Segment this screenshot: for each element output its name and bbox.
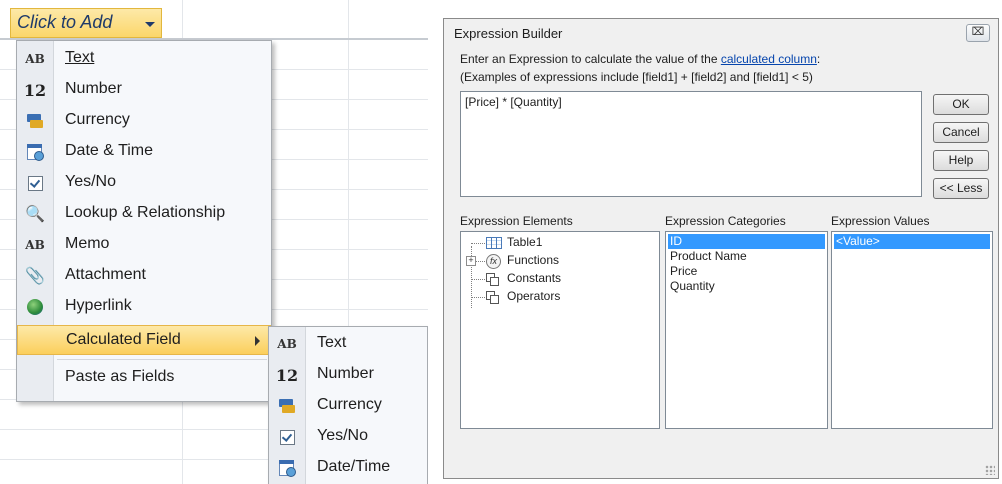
help-button[interactable]: Help bbox=[933, 150, 989, 171]
function-fx-icon: fx bbox=[486, 254, 501, 269]
list-item[interactable]: <Value> bbox=[834, 234, 990, 249]
expression-builder-dialog: Expression Builder ⌧ Enter an Expression… bbox=[443, 18, 999, 479]
menu-separator bbox=[57, 359, 267, 360]
cancel-button[interactable]: Cancel bbox=[933, 122, 989, 143]
expression-values-list[interactable]: <Value> bbox=[831, 231, 993, 429]
dropdown-arrow-icon[interactable] bbox=[145, 22, 155, 27]
list-item[interactable]: Quantity bbox=[668, 279, 825, 294]
number-12-icon: 12 bbox=[23, 80, 47, 100]
tree-line bbox=[471, 243, 485, 244]
table-icon bbox=[486, 237, 502, 249]
menu-item-label: Date/Time bbox=[317, 458, 391, 475]
menu-item-number[interactable]: 12 Number bbox=[17, 75, 271, 105]
menu-item-currency[interactable]: Currency bbox=[17, 106, 271, 136]
less-button[interactable]: << Less bbox=[933, 178, 989, 199]
menu-item-paste-as-fields[interactable]: Paste as Fields bbox=[17, 363, 271, 393]
menu-item-attachment[interactable]: 📎 Attachment bbox=[17, 261, 271, 291]
operators-icon bbox=[486, 291, 499, 304]
menu-item-label: Number bbox=[65, 80, 122, 97]
categories-header: Expression Categories bbox=[665, 214, 786, 228]
ab-text-icon: AB bbox=[277, 337, 297, 351]
tree-line bbox=[471, 279, 485, 280]
calendar-clock-icon bbox=[17, 137, 53, 167]
submenu-item-text[interactable]: AB Text bbox=[269, 329, 427, 359]
currency-icon bbox=[17, 106, 53, 136]
tree-line bbox=[475, 261, 485, 262]
calculated-column-link[interactable]: calculated column bbox=[721, 52, 817, 66]
list-item[interactable]: Price bbox=[668, 264, 825, 279]
expression-elements-tree[interactable]: Table1 + fx Functions Constants Operator… bbox=[460, 231, 660, 429]
menu-item-label: Hyperlink bbox=[65, 297, 132, 314]
menu-item-label: Memo bbox=[65, 235, 110, 252]
tree-item-operators[interactable]: Operators bbox=[507, 289, 560, 303]
number-12-icon: 12 bbox=[275, 365, 299, 385]
menu-item-label: Number bbox=[317, 365, 374, 382]
menu-item-label: Currency bbox=[65, 111, 130, 128]
list-item[interactable]: ID bbox=[668, 234, 825, 249]
calculated-field-submenu: AB Text 12 Number Currency Yes/No Date/T… bbox=[268, 326, 428, 484]
submenu-arrow-icon bbox=[255, 336, 260, 346]
submenu-item-date-time[interactable]: Date/Time bbox=[269, 453, 427, 483]
expression-categories-list[interactable]: ID Product Name Price Quantity bbox=[665, 231, 828, 429]
menu-item-label: Currency bbox=[317, 396, 382, 413]
hyperlink-globe-icon bbox=[17, 292, 53, 322]
menu-item-label: Attachment bbox=[65, 266, 146, 283]
submenu-item-yes-no[interactable]: Yes/No bbox=[269, 422, 427, 452]
menu-item-calculated-field[interactable]: Calculated Field bbox=[17, 325, 271, 355]
currency-icon bbox=[269, 391, 305, 421]
lookup-relationship-icon: 🔍 bbox=[25, 206, 45, 223]
expand-plus-icon[interactable]: + bbox=[466, 256, 476, 266]
menu-item-yes-no[interactable]: Yes/No bbox=[17, 168, 271, 198]
menu-item-memo[interactable]: AB Memo bbox=[17, 230, 271, 260]
menu-item-label: Paste as Fields bbox=[65, 368, 175, 385]
menu-item-label: Text bbox=[65, 49, 95, 66]
menu-item-label: Lookup & Relationship bbox=[65, 204, 226, 221]
instruction-text: Enter an Expression to calculate the val… bbox=[460, 52, 821, 66]
click-to-add-header[interactable]: Click to Add bbox=[10, 8, 162, 38]
constants-icon bbox=[486, 273, 499, 286]
calendar-clock-icon bbox=[269, 453, 305, 483]
paperclip-icon: 📎 bbox=[25, 268, 45, 285]
menu-item-lookup-relationship[interactable]: 🔍 Lookup & Relationship bbox=[17, 199, 271, 229]
ab-text-icon: AB bbox=[25, 52, 45, 66]
menu-item-label: Date & Time bbox=[65, 142, 154, 159]
menu-item-label: Yes/No bbox=[317, 427, 368, 444]
dialog-title: Expression Builder bbox=[454, 26, 563, 41]
field-type-menu: AB Text 12 Number Currency Date & Time Y… bbox=[16, 40, 272, 402]
click-to-add-label: Click to Add bbox=[17, 12, 113, 32]
checkbox-icon bbox=[17, 168, 53, 198]
menu-item-hyperlink[interactable]: Hyperlink bbox=[17, 292, 271, 322]
tree-item-constants[interactable]: Constants bbox=[507, 271, 561, 285]
ok-button[interactable]: OK bbox=[933, 94, 989, 115]
menu-item-text[interactable]: AB Text bbox=[17, 44, 271, 74]
menu-item-label: Text bbox=[317, 334, 347, 351]
expression-textbox[interactable]: [Price] * [Quantity] bbox=[460, 91, 922, 197]
menu-item-label: Yes/No bbox=[65, 173, 116, 190]
list-item[interactable]: Product Name bbox=[668, 249, 825, 264]
submenu-item-currency[interactable]: Currency bbox=[269, 391, 427, 421]
close-icon[interactable]: ⌧ bbox=[966, 24, 990, 42]
expression-value: [Price] * [Quantity] bbox=[465, 95, 562, 109]
checkbox-icon bbox=[269, 422, 305, 452]
access-table-view: Click to Add AB Text 12 Number Currency … bbox=[0, 0, 428, 484]
ab-memo-icon: AB bbox=[25, 238, 45, 252]
examples-text: (Examples of expressions include [field1… bbox=[460, 70, 813, 84]
values-header: Expression Values bbox=[831, 214, 930, 228]
submenu-item-number[interactable]: 12 Number bbox=[269, 360, 427, 390]
elements-header: Expression Elements bbox=[460, 214, 573, 228]
menu-item-date-time[interactable]: Date & Time bbox=[17, 137, 271, 167]
menu-item-label: Calculated Field bbox=[66, 331, 181, 348]
tree-line bbox=[471, 297, 485, 298]
resize-grip-icon[interactable] bbox=[985, 465, 995, 475]
tree-item-functions[interactable]: Functions bbox=[507, 253, 559, 267]
tree-item-table1[interactable]: Table1 bbox=[507, 235, 542, 249]
